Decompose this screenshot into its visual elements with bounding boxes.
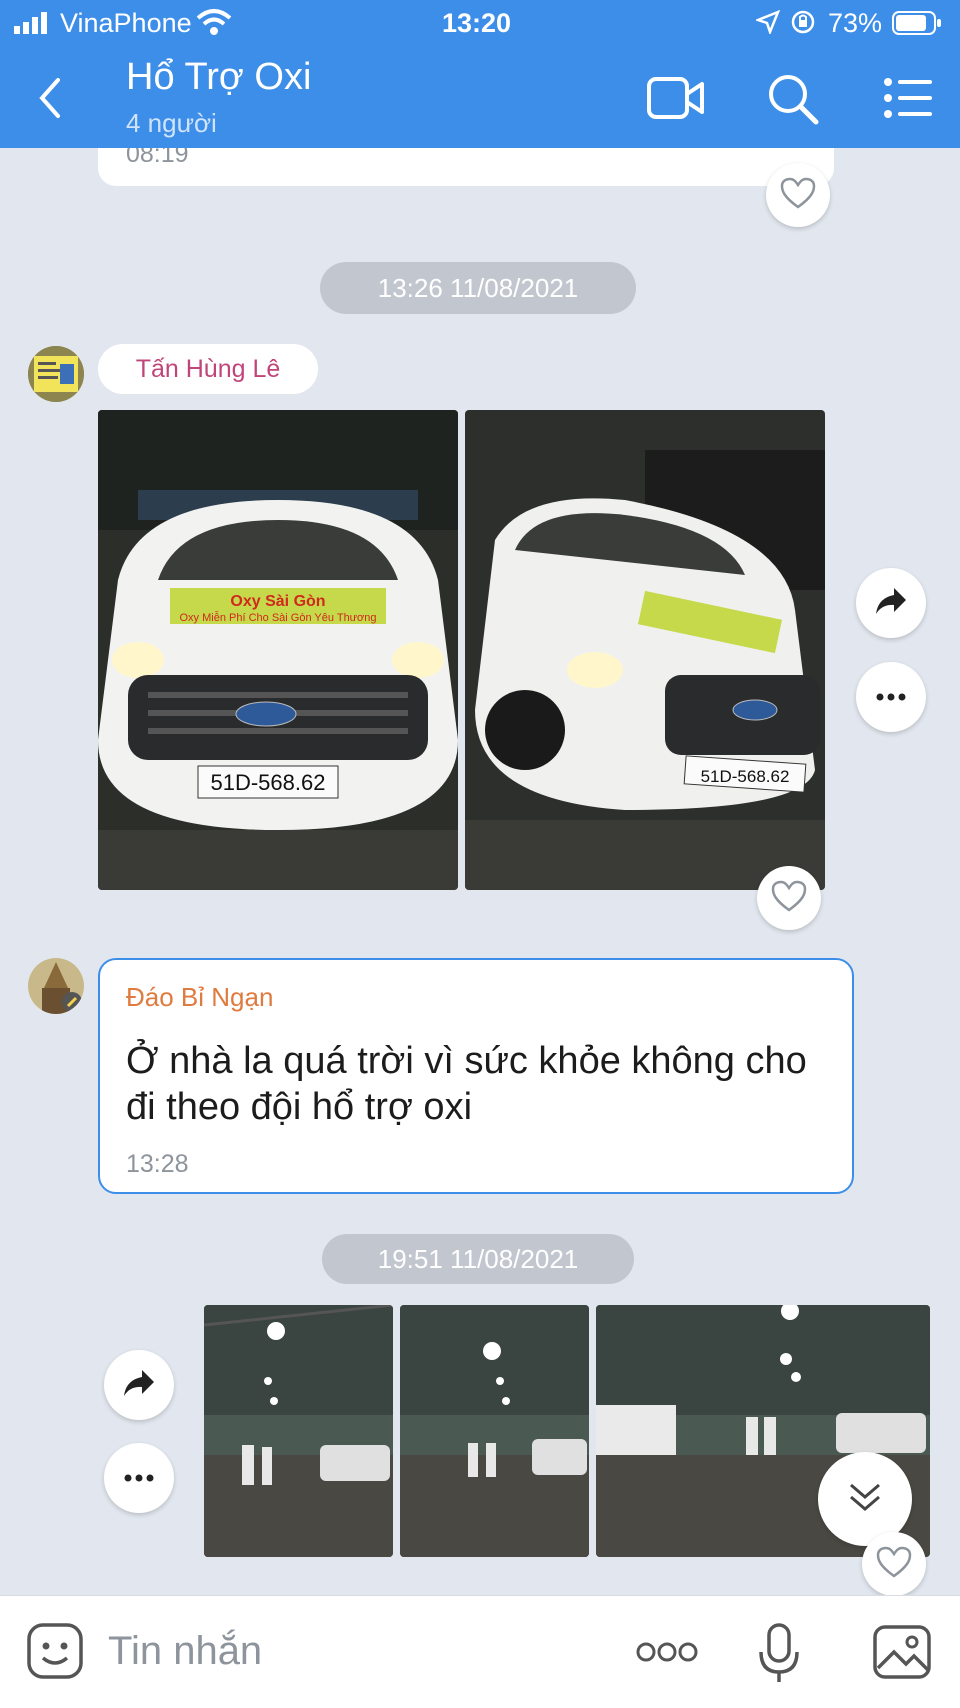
battery-percent: 73% xyxy=(828,8,883,38)
signal-icon xyxy=(14,12,54,39)
member-count[interactable]: 4 người xyxy=(126,108,217,139)
more-options-button[interactable] xyxy=(856,662,926,732)
photo-attachment[interactable] xyxy=(204,1305,393,1557)
video-call-icon[interactable] xyxy=(646,74,706,127)
share-button[interactable] xyxy=(104,1350,174,1420)
more-icon xyxy=(876,688,906,706)
banner-subtext: Oxy Miễn Phí Cho Sài Gòn Yêu Thương xyxy=(180,611,377,624)
message-line: Ở nhà la quá trời vì sức khỏe không cho xyxy=(126,1040,807,1082)
like-button[interactable] xyxy=(757,866,821,930)
message-text: Ở nhà la quá trời vì sức khỏe không cho … xyxy=(126,1038,807,1130)
avatar[interactable] xyxy=(28,346,84,402)
wifi-icon xyxy=(196,8,232,41)
sender-name[interactable]: Đáo Bỉ Ngạn xyxy=(126,982,273,1013)
like-button[interactable] xyxy=(862,1532,926,1596)
license-plate: 51D-568.62 xyxy=(211,770,326,795)
back-icon[interactable] xyxy=(30,74,70,122)
heart-icon xyxy=(780,177,816,214)
top-header: VinaPhone 13:20 73% Hổ Trợ Oxi 4 người xyxy=(0,0,960,148)
lock-rotation-icon xyxy=(790,9,816,40)
sender-name[interactable]: Tấn Hùng Lê xyxy=(98,344,318,394)
avatar[interactable] xyxy=(28,958,84,1014)
heart-icon xyxy=(771,880,807,917)
like-button[interactable] xyxy=(766,163,830,227)
date-divider: 13:26 11/08/2021 xyxy=(320,262,636,314)
share-icon xyxy=(122,1368,156,1403)
gallery-icon[interactable] xyxy=(872,1624,932,1685)
banner-text: Oxy Sài Gòn xyxy=(230,593,325,610)
scroll-down-icon xyxy=(847,1479,883,1520)
text-message-bubble[interactable]: Đáo Bỉ Ngạn Ở nhà la quá trời vì sức khỏ… xyxy=(98,958,854,1194)
menu-icon[interactable] xyxy=(884,78,934,123)
heart-icon xyxy=(876,1546,912,1583)
photo-attachment[interactable]: Oxy Sài Gòn Oxy Miễn Phí Cho Sài Gòn Yêu… xyxy=(98,410,458,890)
location-icon xyxy=(754,9,781,39)
search-icon[interactable] xyxy=(766,72,820,131)
message-time: 13:28 xyxy=(126,1150,189,1178)
license-plate: 51D-568.62 xyxy=(701,767,790,786)
clock: 13:20 xyxy=(442,8,512,38)
share-icon xyxy=(874,586,908,621)
more-options-button[interactable] xyxy=(104,1443,174,1513)
microphone-icon[interactable] xyxy=(758,1622,800,1689)
more-dots-icon[interactable] xyxy=(636,1640,698,1669)
message-line: đi theo đội hổ trợ oxi xyxy=(126,1086,473,1128)
share-button[interactable] xyxy=(856,568,926,638)
date-divider: 19:51 11/08/2021 xyxy=(322,1234,634,1284)
photo-attachment[interactable] xyxy=(400,1305,589,1557)
more-icon xyxy=(124,1469,154,1487)
carrier-label: VinaPhone xyxy=(60,8,192,38)
emoji-icon[interactable] xyxy=(26,1622,84,1685)
message-input[interactable] xyxy=(108,1624,608,1678)
battery-icon xyxy=(892,10,942,41)
photo-attachment[interactable]: 51D-568.62 xyxy=(465,410,825,890)
chat-title[interactable]: Hổ Trợ Oxi xyxy=(126,56,311,99)
